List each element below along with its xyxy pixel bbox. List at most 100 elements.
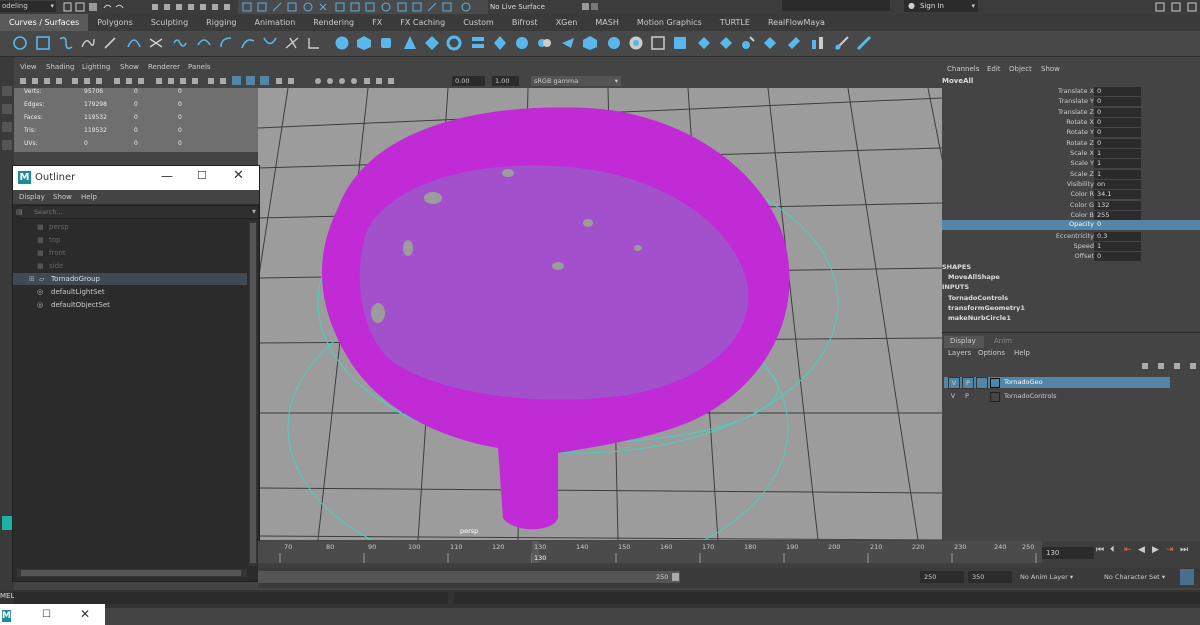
sign-in-button[interactable]: ● Sign In ▾ [904, 0, 978, 12]
panel-toggle-icons[interactable] [1150, 1, 1200, 13]
square-surface-icon[interactable] [582, 35, 598, 51]
untrim-icon[interactable] [696, 35, 712, 51]
ep-curve-icon[interactable] [80, 35, 96, 51]
playback-end-field[interactable]: 250 [920, 571, 964, 583]
sculpt-icon[interactable] [810, 35, 826, 51]
curve-insert-knot-icon[interactable] [284, 35, 300, 51]
channel-row[interactable]: Speed 1 [942, 242, 1200, 252]
menu-layers[interactable]: Layers [948, 349, 971, 357]
insert-isoparm-icon[interactable] [740, 35, 756, 51]
secondary-window-titlebar[interactable]: M ☐ ✕ [0, 604, 105, 625]
tab-mash[interactable]: MASH [586, 14, 627, 31]
move-tool-icon[interactable] [2, 140, 12, 150]
channel-row[interactable]: Rotate X0 [942, 118, 1200, 128]
revolve-icon[interactable] [492, 35, 508, 51]
time-slider[interactable]: 70 80 90 100 110 120 130 140 150 160 170… [258, 541, 1200, 568]
channel-row[interactable]: Color G 132 [942, 201, 1200, 211]
cv-curve-icon[interactable] [58, 35, 74, 51]
layer-name[interactable]: TornadoGeo [1004, 377, 1043, 388]
visibility-toggle[interactable]: V [948, 377, 960, 389]
planar-icon[interactable] [536, 35, 552, 51]
channel-row[interactable]: Scale Z1 [942, 170, 1200, 180]
input-node[interactable]: TornadoControls [948, 294, 1008, 302]
offset-surface-icon[interactable] [762, 35, 778, 51]
menu-display[interactable]: Display [19, 193, 45, 201]
play-back-icon[interactable]: ◀ [1138, 545, 1145, 555]
layer-color-swatch[interactable] [990, 378, 1000, 388]
menu-view[interactable]: View [20, 63, 37, 71]
nurbs-square-icon[interactable] [35, 35, 51, 51]
lasso-tool-icon[interactable] [2, 104, 12, 114]
tab-fx[interactable]: FX [363, 14, 391, 31]
brush-icon[interactable] [856, 35, 872, 51]
menu-renderer[interactable]: Renderer [148, 63, 180, 71]
maximize-icon[interactable]: ☐ [42, 609, 51, 620]
tab-sculpting[interactable]: Sculpting [142, 14, 197, 31]
selection-mask-icons[interactable] [150, 2, 240, 12]
channel-row[interactable]: Rotate Z0 [942, 139, 1200, 149]
loft-icon[interactable] [470, 35, 486, 51]
extend-surface-icon[interactable] [718, 35, 734, 51]
menu-show[interactable]: Show [1041, 65, 1060, 73]
menu-show[interactable]: Show [53, 193, 72, 201]
pencil-curve-icon[interactable] [102, 35, 118, 51]
visibility-toggle[interactable]: V [948, 391, 958, 401]
outliner-title-bar[interactable]: M Outliner — ☐ ✕ [13, 166, 259, 190]
input-node[interactable]: transformGeometry1 [948, 304, 1025, 312]
render-icons[interactable] [580, 1, 600, 13]
channel-row[interactable]: Scale Y1 [942, 159, 1200, 169]
curve-detach-icon[interactable] [196, 35, 212, 51]
menu-lighting[interactable]: Lighting [82, 63, 110, 71]
curve-extend-icon[interactable] [306, 35, 322, 51]
close-icon[interactable]: ✕ [233, 168, 244, 183]
menu-channels[interactable]: Channels [947, 65, 979, 73]
animation-end-field[interactable]: 350 [968, 571, 1012, 583]
vertical-scrollbar[interactable] [249, 221, 257, 566]
menu-edit[interactable]: Edit [987, 65, 1001, 73]
surface-editing-icon[interactable] [834, 35, 850, 51]
horizontal-scrollbar[interactable] [17, 569, 247, 577]
playback-toggle[interactable]: P [962, 377, 974, 389]
current-frame-field[interactable]: 130 [1042, 547, 1094, 559]
tab-motion-graphics[interactable]: Motion Graphics [628, 14, 711, 31]
expand-icon[interactable]: ⊞ [29, 273, 35, 285]
channel-row-selected[interactable]: Opacity 0 [942, 220, 1200, 230]
shape-node[interactable]: MoveAllShape [948, 273, 1000, 281]
list-item[interactable]: ■ persp [13, 221, 247, 233]
channel-row[interactable]: Translate Y0 [942, 97, 1200, 107]
tab-rendering[interactable]: Rendering [304, 14, 363, 31]
layer-row[interactable]: V P TornadoControls [944, 391, 1170, 402]
nurbs-cone-icon[interactable] [402, 35, 418, 51]
list-item[interactable]: ◎ defaultLightSet [13, 286, 247, 298]
paint-tool-icon[interactable] [2, 122, 12, 132]
tab-xgen[interactable]: XGen [547, 14, 587, 31]
menu-panels[interactable]: Panels [188, 63, 211, 71]
menu-options[interactable]: Options [978, 349, 1005, 357]
select-tool-icon[interactable] [2, 86, 12, 96]
panel-toolbar-icons[interactable] [18, 76, 438, 86]
bezier-curve-icon[interactable] [148, 35, 164, 51]
gamma-field[interactable]: 1.00 [492, 76, 519, 86]
minimize-icon[interactable]: — [161, 169, 173, 183]
key-settings-icon[interactable] [1180, 569, 1194, 585]
prev-key-icon[interactable]: ⇤ [1124, 545, 1132, 555]
channel-row[interactable]: Scale X1 [942, 149, 1200, 159]
close-icon[interactable]: ✕ [80, 607, 90, 621]
play-forward-icon[interactable]: ▶ [1152, 545, 1159, 555]
step-forward-icon[interactable]: ⏭ [1180, 545, 1188, 555]
tab-polygons[interactable]: Polygons [88, 14, 142, 31]
command-input[interactable] [14, 592, 448, 604]
playback-toggle[interactable]: P [962, 391, 972, 401]
list-item[interactable]: ■ top [13, 234, 247, 246]
nurbs-sphere-icon[interactable] [334, 35, 350, 51]
nurbs-cube-icon[interactable] [356, 35, 372, 51]
chevron-down-icon[interactable]: ▾ [252, 206, 256, 218]
project-curve-icon[interactable] [650, 35, 666, 51]
extrude-icon[interactable] [514, 35, 530, 51]
tab-animation[interactable]: Animation [245, 14, 304, 31]
channel-row[interactable]: Visibility on [942, 180, 1200, 190]
curve-rebuild-icon[interactable] [240, 35, 256, 51]
outliner-search-input[interactable]: ▤ Search... ▾ [16, 205, 259, 219]
viewport-3d[interactable]: persp [258, 88, 942, 540]
list-item-selected[interactable]: ⊞ ▱ TornadoGroup [13, 273, 247, 285]
